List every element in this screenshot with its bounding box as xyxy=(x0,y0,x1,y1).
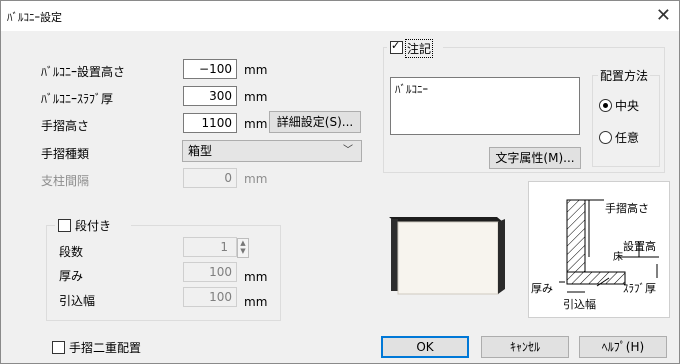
step-thickness-label: 厚み xyxy=(59,269,84,283)
post-spacing-input: 0 xyxy=(183,168,237,188)
install-height-label: ﾊﾞﾙｺﾆｰ設置高さ xyxy=(41,65,126,79)
diagram-rail-height-label: 手摺高さ xyxy=(605,202,649,215)
placement-group-box xyxy=(592,75,660,167)
step-thickness-input: 100 xyxy=(183,262,237,282)
chevron-down-icon: ﹀ xyxy=(343,145,353,156)
placement-free-label: 任意 xyxy=(615,131,640,145)
rail-height-unit: mm xyxy=(244,117,268,131)
ok-button[interactable]: OK xyxy=(381,336,469,358)
diagram-floor-label: 床 xyxy=(613,252,623,263)
double-rail-label: 手摺二重配置 xyxy=(69,341,142,355)
setback-label: 引込幅 xyxy=(59,294,96,308)
setback-unit: mm xyxy=(244,295,268,309)
step-thickness-unit: mm xyxy=(244,270,268,284)
balcony-3d-graphic xyxy=(389,217,505,295)
annotation-text-area[interactable]: ﾊﾞﾙｺﾆｰ xyxy=(390,77,580,135)
annotation-group-header: 注記 xyxy=(387,39,443,58)
diagram-thickness-label: 厚み xyxy=(531,282,553,295)
section-diagram: 手摺高さ 設置高 床 厚み ｽﾗﾌﾞ厚 引込幅 xyxy=(528,181,670,318)
slab-thickness-unit: mm xyxy=(244,90,268,104)
rail-type-select[interactable]: 箱型 ﹀ xyxy=(182,140,362,162)
slab-thickness-label: ﾊﾞﾙｺﾆｰｽﾗﾌﾞ厚 xyxy=(41,92,114,106)
annotation-checkbox[interactable] xyxy=(390,39,403,54)
post-spacing-label: 支柱間隔 xyxy=(41,174,90,188)
title-bar: ﾊﾞﾙｺﾆｰ設定 ✕ xyxy=(1,1,679,31)
annotation-label: 注記 xyxy=(405,39,434,58)
detail-settings-button[interactable]: 詳細設定(S)... xyxy=(269,111,361,133)
step-group-header: 段付き xyxy=(55,217,131,233)
balcony-3d-preview xyxy=(375,181,514,314)
rail-height-input[interactable]: 1100 xyxy=(183,113,237,133)
double-rail-checkbox[interactable] xyxy=(52,341,65,354)
placement-center-label: 中央 xyxy=(615,99,640,113)
slab-thickness-input[interactable]: 300 xyxy=(183,86,237,106)
diagram-setback-label: 引込幅 xyxy=(563,298,596,311)
diagram-slab-label: ｽﾗﾌﾞ厚 xyxy=(623,282,656,295)
placement-free-radio[interactable] xyxy=(599,131,612,144)
post-spacing-unit: mm xyxy=(244,172,268,186)
rail-type-value: 箱型 xyxy=(188,144,213,158)
step-count-input: 1 xyxy=(183,237,237,257)
rail-type-label: 手摺種類 xyxy=(41,147,90,161)
step-count-label: 段数 xyxy=(59,245,84,259)
install-height-input[interactable]: −100 xyxy=(183,59,237,79)
rail-height-label: 手摺高さ xyxy=(41,119,90,133)
placement-center-radio[interactable] xyxy=(599,99,612,112)
close-icon[interactable]: ✕ xyxy=(656,5,671,27)
placement-title: 配置方法 xyxy=(598,67,651,84)
stepped-checkbox[interactable] xyxy=(58,219,71,232)
step-count-spinner: ▲ ▼ xyxy=(237,238,249,258)
stepped-label: 段付き xyxy=(75,219,112,233)
setback-input: 100 xyxy=(183,287,237,307)
help-button[interactable]: ﾍﾙﾌﾟ(H) xyxy=(579,336,667,358)
cancel-button[interactable]: ｷｬﾝｾﾙ xyxy=(481,336,569,358)
diagram-install-height-label: 設置高 xyxy=(623,240,656,253)
font-attributes-button[interactable]: 文字属性(M)... xyxy=(489,147,581,169)
window-title: ﾊﾞﾙｺﾆｰ設定 xyxy=(7,11,62,24)
install-height-unit: mm xyxy=(244,63,268,77)
balcony-settings-dialog: ﾊﾞﾙｺﾆｰ設定 ✕ ﾊﾞﾙｺﾆｰ設置高さ −100 mm ﾊﾞﾙｺﾆｰｽﾗﾌﾞ… xyxy=(0,0,680,364)
